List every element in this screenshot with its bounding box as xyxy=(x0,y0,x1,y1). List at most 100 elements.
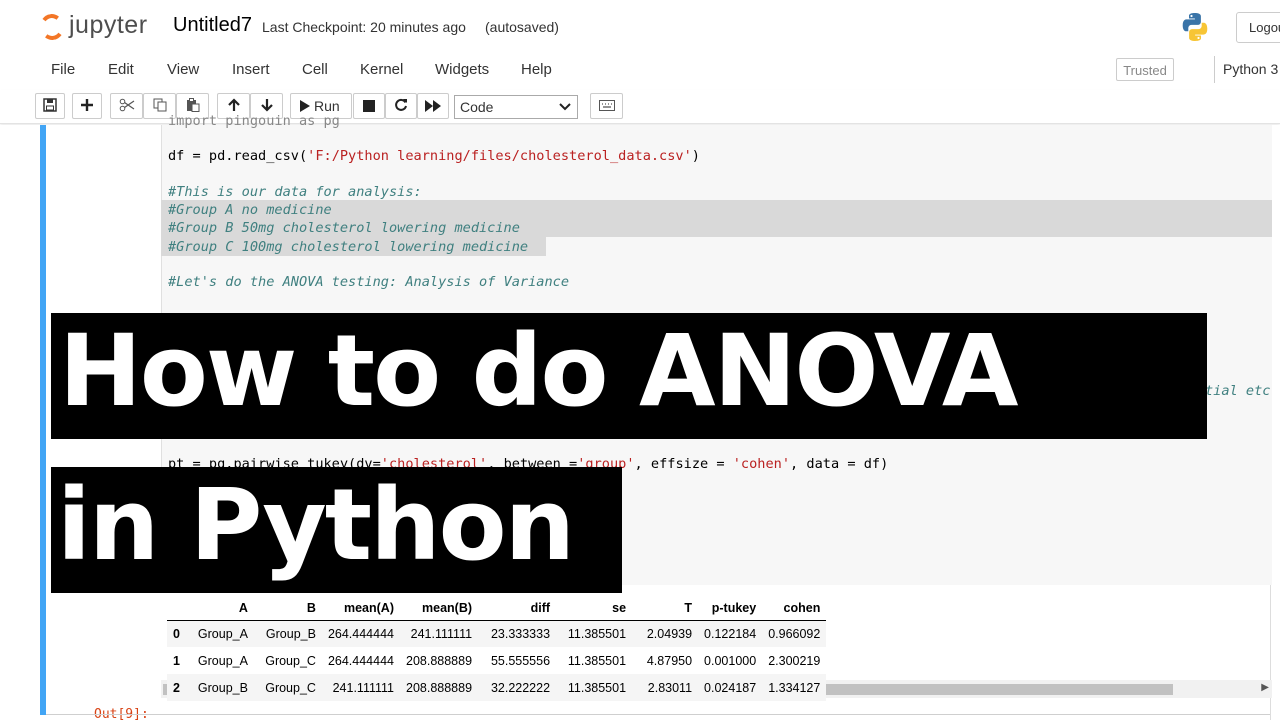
title-overlay-line-2: in Python xyxy=(51,467,622,593)
code-token: ) xyxy=(691,148,700,164)
add-cell-button[interactable] xyxy=(72,93,102,119)
column-header: mean(B) xyxy=(400,596,479,621)
autosave-status: (autosaved) xyxy=(485,19,559,35)
table-row: 2 Group_B Group_C 241.111111 208.888889 … xyxy=(167,674,827,701)
menubar: File Edit View Insert Cell Kernel Widget… xyxy=(36,53,1280,87)
scroll-right-icon[interactable]: ▶ xyxy=(1261,682,1269,693)
restart-button[interactable] xyxy=(385,93,417,119)
trusted-indicator[interactable]: Trusted xyxy=(1116,58,1174,81)
row-index: 0 xyxy=(167,620,186,647)
table-cell: 11.385501 xyxy=(556,674,633,701)
keyboard-icon xyxy=(598,100,615,111)
table-cell: 11.385501 xyxy=(567,653,627,668)
row-index: 1 xyxy=(173,653,180,668)
table-cell: 55.555556 xyxy=(490,653,551,668)
kernel-indicator[interactable]: Python 3 xyxy=(1214,56,1280,83)
interrupt-button[interactable] xyxy=(353,93,385,119)
jupyter-logo-icon xyxy=(38,12,66,42)
page-border xyxy=(46,714,1270,715)
table-cell: 0.122184 xyxy=(698,620,763,647)
add-cell-icon xyxy=(81,99,93,111)
run-icon xyxy=(300,100,310,112)
code-comment: #Group A no medicine xyxy=(168,202,332,218)
cut-button[interactable] xyxy=(110,93,143,119)
save-icon xyxy=(43,98,57,112)
table-cell: 0.966092 xyxy=(762,620,827,647)
code-line-read-csv: df = pd.read_csv('F:/Python learning/fil… xyxy=(168,148,700,164)
output-dataframe: A B mean(A) mean(B) diff se T p-tukey co… xyxy=(167,596,827,701)
column-header: diff xyxy=(478,596,557,621)
table-header-row: A B mean(A) mean(B) diff se T p-tukey co… xyxy=(167,596,827,621)
column-header: T xyxy=(632,596,699,621)
cut-icon xyxy=(119,98,134,112)
column-header: se xyxy=(556,596,633,621)
column-header: B xyxy=(253,596,322,621)
code-string: 'F:/Python learning/files/cholesterol_da… xyxy=(307,148,692,164)
table-cell: 208.888889 xyxy=(406,653,473,668)
table-row: 1 Group_A Group_C 264.444444 208.888889 … xyxy=(167,647,826,674)
table-cell: Group_B xyxy=(185,674,254,701)
copy-icon xyxy=(153,98,166,112)
table-cell: 0.001000 xyxy=(704,653,757,668)
checkpoint-status: Last Checkpoint: 20 minutes ago xyxy=(262,19,466,35)
column-header: mean(A) xyxy=(321,596,400,621)
chevron-down-icon xyxy=(559,103,571,111)
menu-kernel[interactable]: Kernel xyxy=(360,61,403,78)
table-cell: 0.024187 xyxy=(698,674,763,701)
run-label: Run xyxy=(314,98,340,114)
code-string: 'cohen' xyxy=(732,456,791,472)
code-comment: #Group B 50mg cholesterol lowering medic… xyxy=(168,220,520,236)
table-cell: Group_C xyxy=(265,653,316,668)
table-cell: 2.300219 xyxy=(768,653,821,668)
restart-run-all-button[interactable] xyxy=(417,93,449,119)
table-cell: 264.444444 xyxy=(321,620,400,647)
table-cell: 2.83011 xyxy=(632,674,699,701)
table-cell: 23.333333 xyxy=(478,620,557,647)
code-comment: #This is our data for analysis: xyxy=(168,184,422,200)
command-palette-button[interactable] xyxy=(590,93,623,119)
table-cell: 2.04939 xyxy=(632,620,699,647)
code-comment-partial: tial etc xyxy=(1205,383,1271,399)
table-cell: 4.87950 xyxy=(646,653,693,668)
notebook-header: jupyter Untitled7 Last Checkpoint: 20 mi… xyxy=(0,0,1280,52)
notebook-name[interactable]: Untitled7 xyxy=(173,14,252,37)
jupyter-logo[interactable]: jupyter xyxy=(38,10,163,44)
column-header: A xyxy=(185,596,254,621)
table-cell: Group_A xyxy=(197,653,248,668)
table-cell: 1.334127 xyxy=(762,674,827,701)
move-down-icon xyxy=(260,99,273,112)
menu-insert[interactable]: Insert xyxy=(232,61,270,78)
code-line-partial: import pingouin as pg xyxy=(168,113,340,129)
menu-file[interactable]: File xyxy=(51,61,75,78)
stop-icon xyxy=(363,100,375,112)
menu-widgets[interactable]: Widgets xyxy=(435,61,489,78)
code-comment: #Group C 100mg cholesterol lowering medi… xyxy=(168,239,529,255)
logout-button[interactable]: Logou xyxy=(1236,12,1280,43)
row-index: 2 xyxy=(167,674,186,701)
column-header xyxy=(167,596,186,621)
cell-type-value: Code xyxy=(460,99,494,115)
selected-cell-indicator xyxy=(40,125,46,715)
code-token: , effsize = xyxy=(634,456,733,472)
menu-cell[interactable]: Cell xyxy=(302,61,328,78)
menu-edit[interactable]: Edit xyxy=(108,61,134,78)
column-header: cohen xyxy=(762,596,827,621)
table-cell: 32.222222 xyxy=(478,674,557,701)
table-cell: 11.385501 xyxy=(556,620,633,647)
code-token: , data = df) xyxy=(790,456,889,472)
save-button[interactable] xyxy=(35,93,65,119)
title-overlay-line-1: How to do ANOVA xyxy=(51,313,1207,439)
fast-forward-icon xyxy=(425,100,441,112)
move-up-icon xyxy=(227,98,240,111)
table-row: 0 Group_A Group_B 264.444444 241.111111 … xyxy=(167,620,827,647)
cell-type-select[interactable]: Code xyxy=(454,95,578,119)
restart-icon xyxy=(395,98,407,111)
jupyter-logo-text: jupyter xyxy=(69,11,148,39)
menu-view[interactable]: View xyxy=(167,61,199,78)
table-cell: Group_C xyxy=(253,674,322,701)
python-logo-icon xyxy=(1182,13,1208,41)
code-comment: #Let's do the ANOVA testing: Analysis of… xyxy=(168,274,570,290)
table-cell: 208.888889 xyxy=(400,674,479,701)
table-cell: 241.111111 xyxy=(400,620,479,647)
menu-help[interactable]: Help xyxy=(521,61,552,78)
